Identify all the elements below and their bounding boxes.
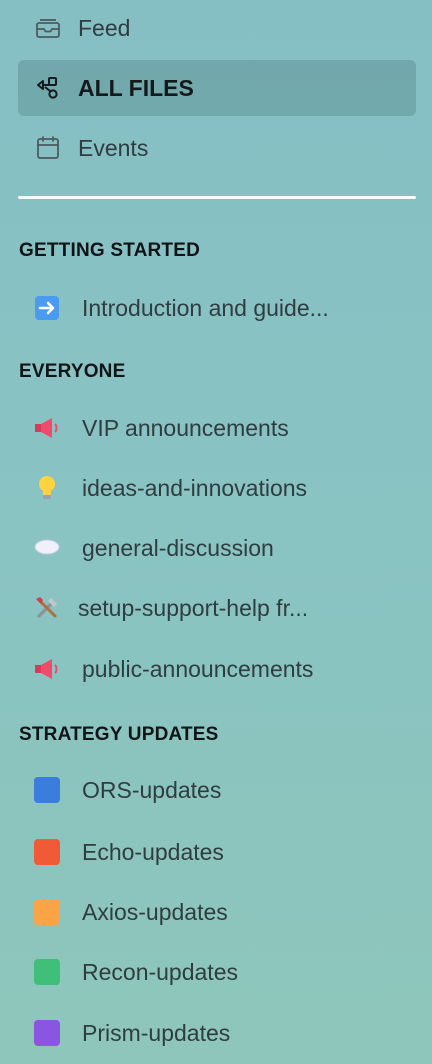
tools-icon: [32, 593, 62, 623]
blue-square-icon: [32, 775, 62, 805]
nav-events[interactable]: Events: [18, 120, 416, 176]
arrow-right-icon: [32, 293, 62, 323]
channel-label: general-discussion: [82, 534, 274, 561]
channel-label: Axios-updates: [82, 898, 228, 925]
channel-label: VIP announcements: [82, 414, 289, 441]
channel-public-announcements[interactable]: public-announcements: [24, 643, 416, 695]
channel-introduction[interactable]: Introduction and guide...: [24, 282, 416, 334]
nav-feed[interactable]: Feed: [18, 0, 416, 56]
channel-label: ORS-updates: [82, 776, 222, 803]
nav-all-files-label: ALL FILES: [78, 74, 194, 101]
channel-label: Introduction and guide...: [82, 294, 329, 321]
channel-label: Recon-updates: [82, 958, 238, 985]
orange-square-icon: [32, 897, 62, 927]
megaphone-icon: [32, 654, 62, 684]
channel-vip-announcements[interactable]: VIP announcements: [24, 402, 416, 454]
section-header-strategy-updates: STRATEGY UPDATES: [19, 724, 219, 745]
green-square-icon: [32, 957, 62, 987]
nav-all-files[interactable]: ALL FILES: [18, 60, 416, 116]
channel-label: public-announcements: [82, 655, 314, 682]
channel-echo-updates[interactable]: Echo-updates: [24, 826, 416, 878]
channel-axios-updates[interactable]: Axios-updates: [24, 886, 416, 938]
channel-label: Prism-updates: [82, 1019, 231, 1046]
channel-ors-updates[interactable]: ORS-updates: [24, 764, 416, 816]
section-header-everyone: EVERYONE: [19, 361, 126, 382]
purple-square-icon: [32, 1018, 62, 1048]
channel-prism-updates[interactable]: Prism-updates: [24, 1007, 416, 1059]
channel-ideas-and-innovations[interactable]: ideas-and-innovations: [24, 462, 416, 514]
channel-general-discussion[interactable]: general-discussion: [24, 522, 416, 574]
speech-bubble-icon: [32, 533, 62, 563]
section-header-getting-started: GETTING STARTED: [19, 240, 201, 261]
divider: [18, 196, 416, 199]
channel-setup-support-help[interactable]: setup-support-help fr...: [24, 582, 416, 634]
channel-label: ideas-and-innovations: [82, 474, 308, 501]
sidebar: Feed ALL FILES Events GETTING STARTED In…: [0, 0, 432, 1064]
calendar-icon: [34, 134, 62, 162]
inbox-icon: [34, 14, 62, 42]
nav-events-label: Events: [78, 134, 149, 161]
lightbulb-icon: [32, 473, 62, 503]
megaphone-icon: [32, 413, 62, 443]
channel-recon-updates[interactable]: Recon-updates: [24, 946, 416, 998]
channel-label: Echo-updates: [82, 838, 224, 865]
channel-label: setup-support-help fr...: [78, 594, 309, 621]
shapes-icon: [34, 74, 62, 102]
nav-feed-label: Feed: [78, 14, 131, 41]
red-orange-square-icon: [32, 837, 62, 867]
